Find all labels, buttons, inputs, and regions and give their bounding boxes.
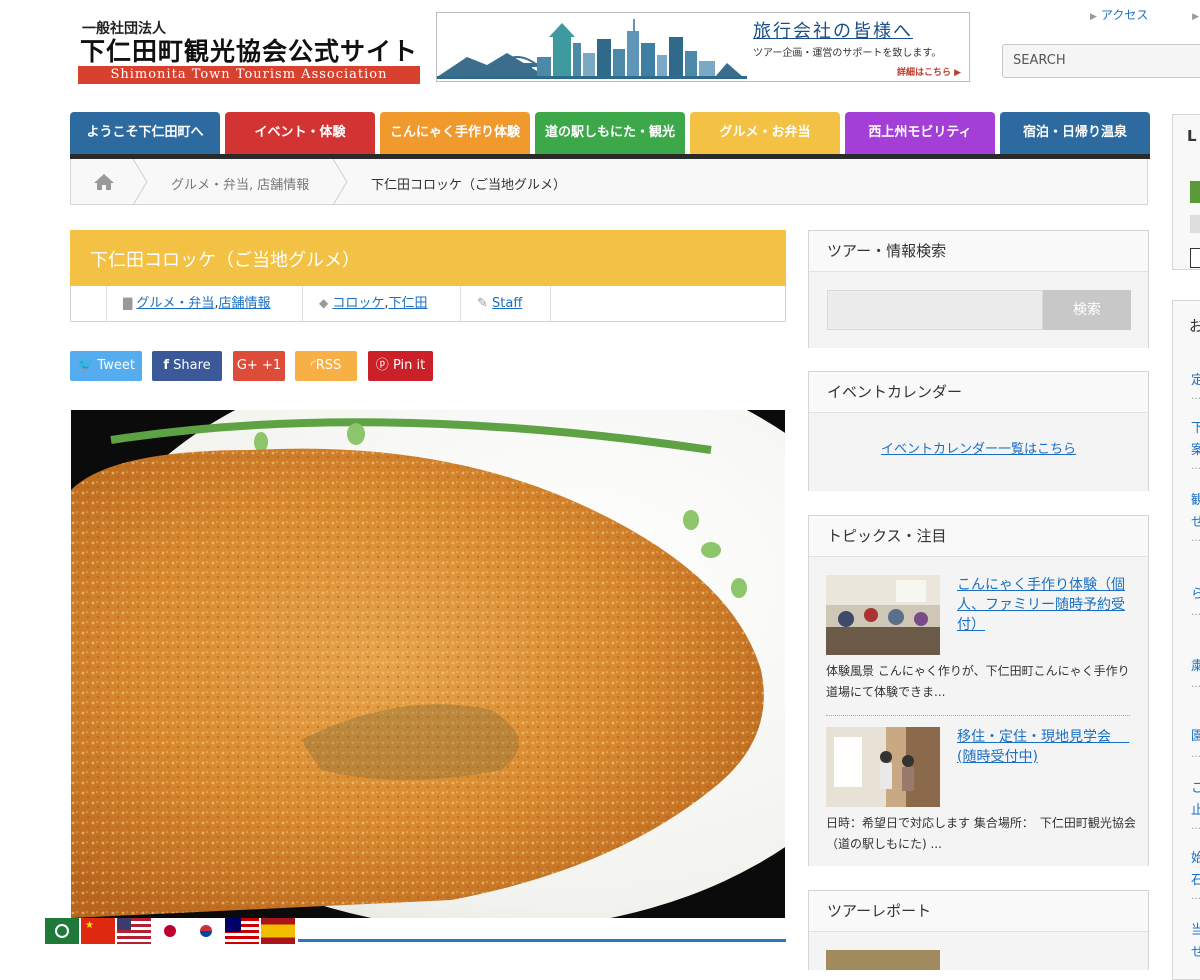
topic-title-link[interactable]: 移住・定住・現地見学会 (随時受付中) [957,727,1133,767]
category-link[interactable]: グルメ・弁当 [136,296,214,311]
top-links: ▶アクセス ▶お [1090,6,1200,23]
right-widget-list: お 定 … 下 案 … 観 せ … ら … 粛 … 園 … こ 止 … 始 石 … [1172,300,1200,980]
nav-mobility[interactable]: 西上州モビリティ [845,112,995,154]
banner-subtitle: ツアー企画・運営のサポートを致します。 [753,48,942,59]
meta-spacer [71,286,107,321]
topic-title-link[interactable]: こんにゃく手作り体験（個人、ファミリー随時予約受付） [957,575,1133,635]
tweet-button[interactable]: 🐦 Tweet [70,351,142,381]
site-logo[interactable]: 一般社団法人 下仁田町観光協会公式サイト Shimonita Town Tour… [78,16,420,84]
topics-widget-title: トピックス・注目 [809,516,1148,557]
nav-michinoeki[interactable]: 道の駅しもにた・観光 [535,112,685,154]
topic-thumbnail[interactable] [826,727,940,807]
city-skyline-illustration [437,19,747,79]
meta-categories: ▇ グルメ・弁当,店舗情報 [107,286,303,321]
triangle-icon: ▶ [1192,12,1200,22]
right-list-link[interactable]: 園 [1191,725,1200,744]
topic-divider [826,715,1130,716]
tour-report-widget: ツアーレポート [808,890,1149,970]
tour-thumbnail[interactable] [826,950,940,970]
topic-excerpt: 体験風景 こんにゃく作りが、下仁田町こんにゃく手作り道場にて体験できま... [826,664,1130,699]
right-list-link[interactable]: 案 [1191,439,1200,458]
triangle-icon: ▶ [1090,12,1097,22]
content-divider [298,939,786,942]
logo-english-name: Shimonita Town Tourism Association [78,66,420,84]
flag-spain-icon[interactable] [261,918,295,944]
tag-link[interactable]: コロッケ [332,296,384,311]
sidebar-search-input[interactable] [827,290,1043,330]
main-nav: ようこそ下仁田町へ イベント・体験 こんにゃく手作り体験 道の駅しもにた・観光 … [70,112,1150,156]
right-list-link[interactable]: 石 [1191,869,1200,888]
breadcrumb-current: 下仁田コロッケ（ご当地グルメ） [371,178,567,193]
breadcrumb-separator [332,159,348,205]
meta-author: ✎ Staff [461,286,551,321]
right-list-link[interactable]: 下 [1191,417,1200,436]
nav-konnyaku[interactable]: こんにゃく手作り体験 [380,112,530,154]
right-list-title: お [1189,317,1200,335]
facebook-share-button[interactable]: f Share [152,351,222,381]
right-list-link[interactable]: 定 [1191,369,1200,388]
right-widget-title: L [1187,127,1197,145]
right-list-link[interactable]: 粛 [1191,655,1200,674]
right-list-link[interactable]: 止 [1191,799,1200,818]
right-list-link[interactable]: せ [1191,511,1200,530]
nav-lodging[interactable]: 宿泊・日帰り温泉 [1000,112,1150,154]
calendar-widget: イベントカレンダー イベントカレンダー一覧はこちら [808,371,1149,491]
search-widget: ツアー・情報検索 検索 [808,230,1149,348]
flag-korea-icon[interactable] [189,918,223,944]
croquette-photo [71,410,785,918]
pencil-icon: ✎ [477,296,488,311]
facebook-icon: f [163,358,169,373]
tag-icon: ◆ [319,296,329,310]
twitter-icon: 🐦 [77,358,94,373]
right-list-link[interactable]: せ [1191,941,1200,960]
document-icon: ▇ [123,296,133,310]
breadcrumb: グルメ・弁当, 店舗情報 下仁田コロッケ（ご当地グルメ） [70,159,1148,205]
logo-site-name: 下仁田町観光協会公式サイト [80,37,419,66]
right-list-link[interactable]: 始 [1191,847,1200,866]
author-link[interactable]: Staff [492,296,522,311]
breadcrumb-separator [132,159,148,205]
search-widget-title: ツアー・情報検索 [809,231,1148,272]
breadcrumb-category[interactable]: グルメ・弁当, 店舗情報 [171,174,309,193]
article-meta: ▇ グルメ・弁当,店舗情報 ◆ コロッケ,下仁田 ✎ Staff [70,286,786,322]
other-link[interactable]: ▶お [1192,8,1200,22]
header-search-input[interactable]: SEARCH [1002,44,1200,78]
banner-details-link[interactable]: 詳細はこちら ▶ [897,65,961,78]
travel-agency-banner[interactable]: 旅行会社の皆様へ ツアー企画・運営のサポートを致します。 詳細はこちら ▶ [436,12,970,82]
right-widget-select[interactable] [1190,248,1200,268]
flag-china-icon[interactable]: ★ [81,918,115,944]
home-icon[interactable] [93,173,115,191]
right-widget-image[interactable] [1190,181,1200,203]
tour-report-title: ツアーレポート [809,891,1148,932]
right-list-link[interactable]: こ [1191,777,1200,796]
tag-link[interactable]: 下仁田 [389,296,428,311]
nav-gourmet[interactable]: グルメ・お弁当 [690,112,840,154]
flag-arabic-icon[interactable] [45,918,79,944]
pinterest-icon: ⓟ [375,358,389,373]
right-list-link[interactable]: 当 [1191,919,1200,938]
nav-events[interactable]: イベント・体験 [225,112,375,154]
meta-tags: ◆ コロッケ,下仁田 [303,286,461,321]
right-widget-top: L [1172,114,1200,270]
article-title: 下仁田コロッケ（ご当地グルメ） [70,230,786,286]
topic-excerpt: 日時：希望日で対応します 集合場所： 下仁田町観光協会 （道の駅しもにた) ..… [826,816,1148,851]
flag-malaysia-icon[interactable] [225,918,259,944]
pinterest-button[interactable]: ⓟ Pin it [368,351,433,381]
right-widget-control[interactable] [1190,215,1200,233]
topics-widget: トピックス・注目 こんにゃく手作り体験（個人、ファミリー随時予約受付） 体験風景… [808,515,1149,866]
google-plus-button[interactable]: G+ +1 [233,351,285,381]
right-list-link[interactable]: ら [1191,583,1200,602]
access-link[interactable]: ▶ アクセス [1090,8,1168,22]
banner-title: 旅行会社の皆様へ [753,21,913,42]
right-list-link[interactable]: 観 [1191,489,1200,508]
category-link[interactable]: 店舗情報 [219,296,271,311]
sidebar-search-button[interactable]: 検索 [1043,290,1131,330]
flag-usa-icon[interactable] [117,918,151,944]
flag-japan-icon[interactable] [153,918,187,944]
rss-button[interactable]: ◜RSS [295,351,357,381]
nav-welcome[interactable]: ようこそ下仁田町へ [70,112,220,154]
calendar-list-link[interactable]: イベントカレンダー一覧はこちら [809,438,1148,457]
calendar-widget-title: イベントカレンダー [809,372,1148,413]
topic-thumbnail[interactable] [826,575,940,655]
